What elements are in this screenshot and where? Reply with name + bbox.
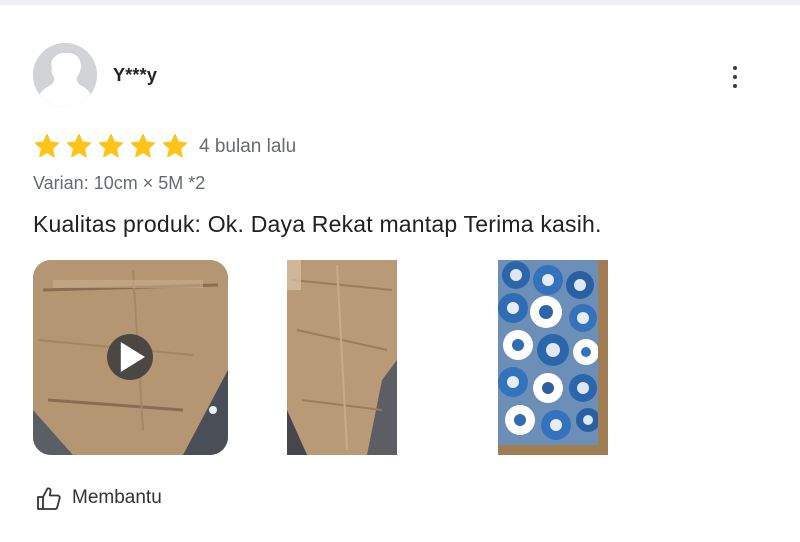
product-variant: Varian: 10cm × 5M *2 bbox=[33, 173, 206, 193]
reviewer-name: Y***y bbox=[113, 65, 158, 85]
review-photo[interactable] bbox=[498, 260, 608, 455]
review-photo[interactable] bbox=[287, 260, 397, 455]
star-icon bbox=[162, 134, 188, 158]
thumbs-up-icon bbox=[37, 487, 61, 510]
avatar[interactable] bbox=[33, 43, 97, 107]
review-card: Y***y 4 bulan lalu Varian: 10cm × 5M *2 … bbox=[0, 5, 800, 542]
star-icon bbox=[66, 134, 92, 158]
more-vertical-icon bbox=[733, 66, 737, 70]
helpful-label: Membantu bbox=[72, 487, 162, 508]
play-icon bbox=[120, 342, 145, 372]
avatar-placeholder-icon bbox=[33, 43, 97, 107]
star-icon bbox=[34, 134, 60, 158]
play-button[interactable] bbox=[107, 334, 153, 380]
review-video-thumbnail[interactable] bbox=[33, 260, 228, 455]
review-text: Kualitas produk: Ok. Daya Rekat mantap T… bbox=[33, 211, 602, 237]
cardboard-photo bbox=[287, 260, 397, 455]
helpful-button[interactable]: Membantu bbox=[36, 485, 162, 511]
review-time: 4 bulan lalu bbox=[199, 136, 297, 157]
star-icon bbox=[98, 134, 124, 158]
star-icon bbox=[130, 134, 156, 158]
rating-row: 4 bulan lalu bbox=[33, 133, 296, 161]
star-rating bbox=[33, 133, 189, 161]
tape-rolls-photo bbox=[498, 260, 608, 455]
more-options-button[interactable] bbox=[722, 60, 748, 94]
